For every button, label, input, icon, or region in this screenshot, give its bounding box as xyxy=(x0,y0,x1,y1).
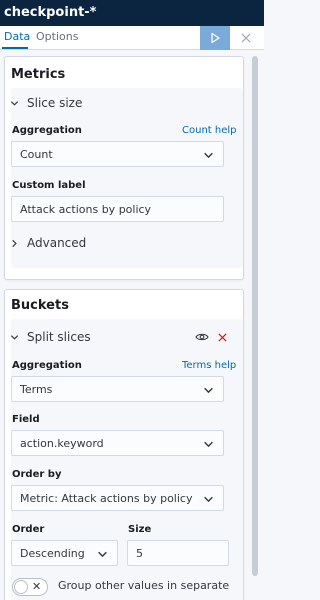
chevron-down-icon xyxy=(98,551,107,558)
chevron-down-icon xyxy=(10,334,19,340)
remove-aggregation-button[interactable] xyxy=(214,329,230,345)
custom-label-value: Attack actions by policy xyxy=(20,203,152,216)
close-icon xyxy=(241,33,251,43)
bucket-aggregation-label: Aggregation xyxy=(12,360,82,371)
index-pattern-title: checkpoint-* xyxy=(4,5,97,20)
slice-size-title: Slice size xyxy=(27,96,83,110)
chevron-down-icon xyxy=(10,100,19,106)
advanced-toggle[interactable]: Advanced xyxy=(10,236,86,250)
apply-changes-button[interactable] xyxy=(200,26,230,50)
editor-header: checkpoint-* xyxy=(0,0,264,26)
bucket-aggregation-select[interactable]: Terms xyxy=(11,376,224,402)
metric-aggregation-label: Aggregation xyxy=(12,125,82,136)
order-by-select[interactable]: Metric: Attack actions by policy xyxy=(11,485,224,511)
advanced-label: Advanced xyxy=(27,236,87,250)
size-input[interactable]: 5 xyxy=(127,540,229,566)
group-other-label: Group other values in separate xyxy=(58,579,230,592)
size-label: Size xyxy=(128,524,152,535)
toggle-visibility-button[interactable] xyxy=(194,329,210,345)
terms-help-link[interactable]: Terms help xyxy=(182,360,236,371)
metrics-title: Metrics xyxy=(11,67,66,82)
field-value: action.keyword xyxy=(20,437,104,450)
close-icon xyxy=(217,332,227,342)
slice-size-toggle[interactable]: Slice size xyxy=(10,96,82,110)
order-by-label: Order by xyxy=(12,469,62,480)
split-slices-title: Split slices xyxy=(27,330,91,344)
count-help-link[interactable]: Count help xyxy=(182,125,237,136)
order-by-value: Metric: Attack actions by policy xyxy=(20,492,193,505)
size-value: 5 xyxy=(136,547,143,560)
chevron-down-icon xyxy=(204,441,213,448)
chevron-down-icon xyxy=(204,387,213,394)
close-icon: ✕ xyxy=(32,580,42,593)
bucket-aggregation-value: Terms xyxy=(20,383,53,396)
eye-icon xyxy=(195,333,209,341)
order-value: Descending xyxy=(20,547,85,560)
metric-aggregation-value: Count xyxy=(20,148,53,161)
chevron-down-icon xyxy=(204,152,213,159)
discard-button[interactable] xyxy=(236,28,256,48)
buckets-title: Buckets xyxy=(11,298,69,313)
field-label: Field xyxy=(12,414,40,425)
field-select[interactable]: action.keyword xyxy=(11,430,224,456)
metric-aggregation-select[interactable]: Count xyxy=(11,141,224,167)
order-label: Order xyxy=(12,524,45,535)
order-select[interactable]: Descending xyxy=(11,540,118,566)
sidebar-scrollbar[interactable] xyxy=(252,56,258,576)
active-tab-indicator xyxy=(2,47,28,49)
tab-options[interactable]: Options xyxy=(36,30,78,44)
custom-label-label: Custom label xyxy=(12,180,86,191)
tab-data[interactable]: Data xyxy=(4,30,30,44)
chevron-down-icon xyxy=(204,496,213,503)
group-other-switch[interactable]: ✕ xyxy=(12,578,48,596)
custom-label-input[interactable]: Attack actions by policy xyxy=(11,196,224,222)
play-icon xyxy=(211,32,220,44)
switch-knob xyxy=(14,580,28,594)
chevron-right-icon xyxy=(12,239,17,247)
split-slices-toggle[interactable]: Split slices xyxy=(10,330,91,344)
